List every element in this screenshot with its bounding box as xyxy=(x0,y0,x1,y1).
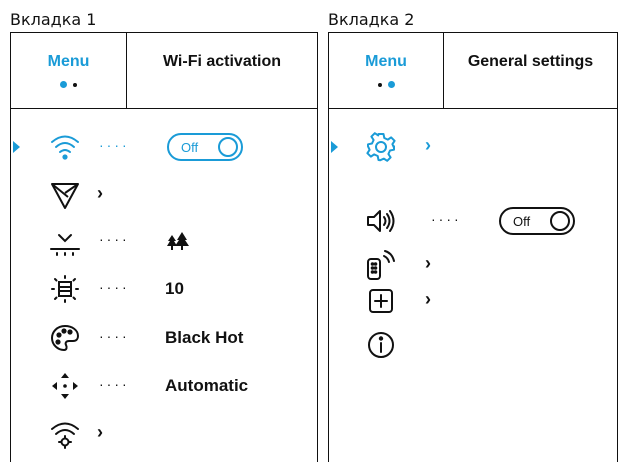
triangle-filter-icon xyxy=(49,179,81,211)
chevron-right-icon: › xyxy=(425,135,431,155)
tab-2-panel: Menu General settings › ···· Off › › xyxy=(328,32,618,462)
wifi-icon xyxy=(49,131,81,163)
palette-value: Black Hot xyxy=(165,328,244,347)
page-dot xyxy=(377,82,382,87)
leader-dots: ···· xyxy=(99,279,130,295)
page-dot xyxy=(73,82,77,87)
toggle-knob xyxy=(550,211,570,231)
toggle-label: Off xyxy=(513,214,531,229)
selection-pointer-icon xyxy=(331,141,338,153)
tab-1-title: Wi-Fi activation xyxy=(162,53,282,70)
leader-dots: ···· xyxy=(99,137,130,153)
sound-toggle[interactable]: Off xyxy=(499,207,575,235)
page-indicator xyxy=(11,81,126,88)
menu-row-calibration[interactable]: ···· Automatic xyxy=(11,368,317,404)
tab-2-menu-cell[interactable]: Menu xyxy=(329,33,444,109)
leader-dots: ···· xyxy=(99,231,130,247)
tab-1-caption: Вкладка 1 xyxy=(10,10,97,29)
tab-1-panel: Menu Wi-Fi activation ···· Off › ···· ··… xyxy=(10,32,318,462)
plus-box-icon xyxy=(365,285,397,317)
trees-icon xyxy=(165,229,191,255)
leader-dots: ···· xyxy=(99,376,130,392)
tab-1-header: Menu Wi-Fi activation xyxy=(11,33,317,109)
toggle-knob xyxy=(218,137,238,157)
menu-row-palette[interactable]: ···· Black Hot xyxy=(11,320,317,356)
menu-row-wifi[interactable]: ···· Off xyxy=(11,129,317,165)
terrain-mode-icon xyxy=(49,225,81,257)
chevron-right-icon: › xyxy=(97,422,103,442)
leader-dots: ···· xyxy=(99,328,130,344)
brightness-value: 10 xyxy=(165,279,184,298)
menu-row-add[interactable]: › xyxy=(329,283,617,319)
wifi-settings-icon xyxy=(49,418,81,450)
palette-icon xyxy=(49,322,81,354)
tab-2-caption: Вкладка 2 xyxy=(328,10,415,29)
toggle-label: Off xyxy=(181,140,199,155)
menu-row-info[interactable] xyxy=(329,327,617,363)
page-dot-active xyxy=(387,81,395,88)
chevron-right-icon: › xyxy=(425,253,431,273)
speaker-icon xyxy=(365,205,397,237)
chevron-right-icon: › xyxy=(425,289,431,309)
menu-row-brightness[interactable]: ···· 10 xyxy=(11,271,317,307)
remote-control-icon xyxy=(365,249,397,281)
gear-icon xyxy=(365,131,397,163)
menu-row-filter[interactable]: › xyxy=(11,177,317,213)
calibration-value: Automatic xyxy=(165,376,249,395)
page-dot-active xyxy=(60,81,67,88)
menu-row-general-settings[interactable]: › xyxy=(329,129,617,165)
selection-pointer-icon xyxy=(13,141,20,153)
tab-2-title: General settings xyxy=(467,53,594,70)
brightness-screen-icon xyxy=(49,273,81,305)
menu-row-wifi-settings[interactable]: › xyxy=(11,416,317,452)
menu-row-remote-control[interactable]: › xyxy=(329,247,617,283)
info-icon xyxy=(365,329,397,361)
menu-row-mode[interactable]: ···· xyxy=(11,223,317,259)
tab-2-header: Menu General settings xyxy=(329,33,617,109)
leader-dots: ···· xyxy=(431,211,462,227)
menu-row-sound[interactable]: ···· Off xyxy=(329,203,617,239)
wifi-toggle[interactable]: Off xyxy=(167,133,243,161)
page-indicator xyxy=(329,81,443,88)
tab-1-menu-label: Menu xyxy=(47,53,90,70)
tab-1-menu-cell[interactable]: Menu xyxy=(11,33,127,109)
tab-2-menu-label: Menu xyxy=(365,53,407,70)
chevron-right-icon: › xyxy=(97,183,103,203)
calibration-icon xyxy=(49,370,81,402)
